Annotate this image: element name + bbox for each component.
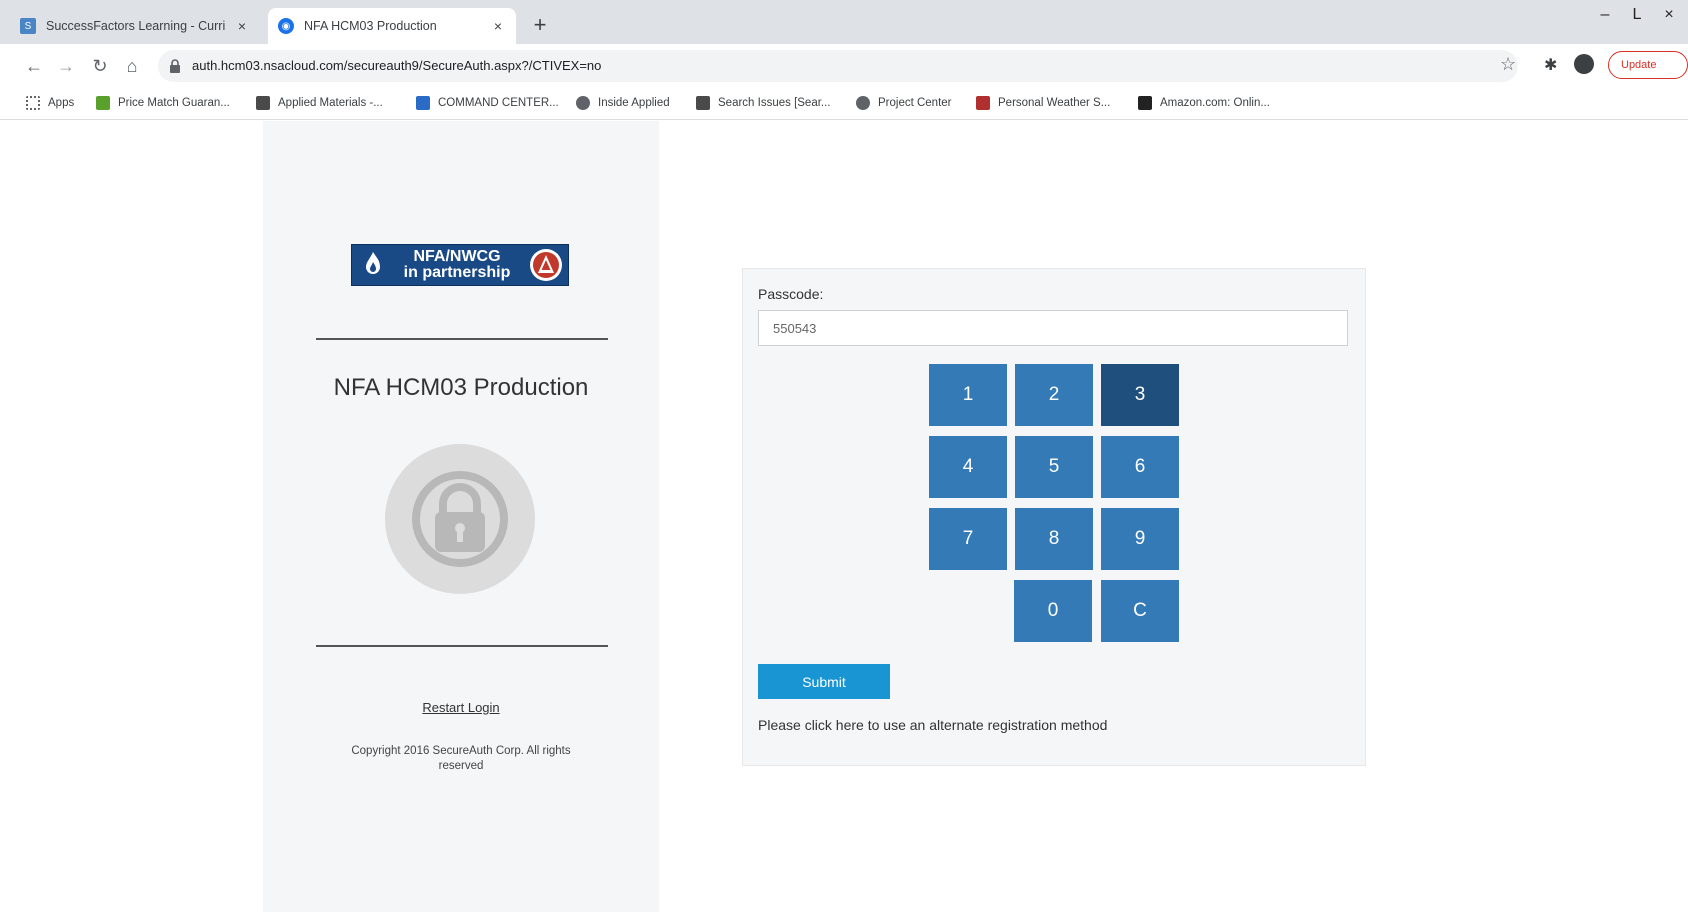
- passcode-input[interactable]: [758, 310, 1348, 346]
- tab-successfactors[interactable]: S SuccessFactors Learning - Curri ×: [10, 8, 260, 44]
- close-tab-icon[interactable]: ×: [490, 18, 506, 34]
- reload-icon[interactable]: ↻: [88, 54, 112, 78]
- tab-title: SuccessFactors Learning - Curri: [46, 19, 226, 33]
- divider-top: [316, 338, 608, 340]
- lock-icon: [170, 59, 180, 73]
- bookmark-project-center[interactable]: Project Center: [856, 96, 952, 110]
- forward-arrow-icon[interactable]: →: [54, 54, 78, 78]
- keypad-key-6[interactable]: 6: [1101, 436, 1179, 498]
- bookmark-green-icon: [96, 96, 110, 110]
- nfa-nwcg-logo: NFA/NWCG in partnership: [351, 244, 569, 286]
- amazon-icon: [1138, 96, 1152, 110]
- globe-icon: [856, 96, 870, 110]
- bookmark-command-center[interactable]: COMMAND CENTER...: [416, 96, 559, 110]
- new-tab-button[interactable]: +: [528, 14, 552, 38]
- bookmark-search-issues[interactable]: Search Issues [Sear...: [696, 96, 831, 110]
- back-arrow-icon[interactable]: ←: [22, 54, 46, 78]
- logo-text: NFA/NWCG in partnership: [386, 249, 528, 281]
- keypad-key-1[interactable]: 1: [929, 364, 1007, 426]
- address-bar-url[interactable]: auth.hcm03.nsacloud.com/secureauth9/Secu…: [192, 58, 601, 73]
- globe-icon: [576, 96, 590, 110]
- bookmark-label: Inside Applied: [598, 97, 670, 109]
- minimize-button[interactable]: –: [1590, 6, 1620, 24]
- profile-avatar-icon[interactable]: [1574, 54, 1594, 74]
- bookmark-apps[interactable]: Apps: [26, 96, 74, 110]
- apps-grid-icon: [26, 96, 40, 110]
- bookmarks-bar: Apps Price Match Guaran... Applied Mater…: [0, 88, 1688, 120]
- bookmark-blue-icon: [416, 96, 430, 110]
- bookmark-weather-icon: [976, 96, 990, 110]
- divider-bottom: [316, 645, 608, 647]
- bookmark-personal-weather[interactable]: Personal Weather S...: [976, 96, 1110, 110]
- secureauth-icon: ◉: [278, 18, 294, 34]
- extensions-puzzle-icon[interactable]: ✱: [1544, 55, 1557, 75]
- close-tab-icon[interactable]: ×: [234, 18, 250, 34]
- passcode-label: Passcode:: [758, 286, 824, 302]
- close-window-button[interactable]: ×: [1654, 6, 1684, 24]
- update-browser-button[interactable]: Update: [1608, 51, 1688, 79]
- bookmark-label: Search Issues [Sear...: [718, 97, 831, 109]
- bookmark-label: Amazon.com: Onlin...: [1160, 97, 1270, 109]
- tab-nfa-hcm03[interactable]: ◉ NFA HCM03 Production ×: [268, 8, 516, 44]
- copyright-text: Copyright 2016 SecureAuth Corp. All righ…: [351, 745, 571, 772]
- flame-emblem-icon: [366, 252, 380, 274]
- tab-title: NFA HCM03 Production: [304, 19, 437, 33]
- bookmark-star-icon[interactable]: ☆: [1500, 54, 1516, 75]
- bookmark-label: COMMAND CENTER...: [438, 97, 559, 109]
- keypad-key-9[interactable]: 9: [1101, 508, 1179, 570]
- restart-login-link[interactable]: Restart Login: [263, 700, 659, 715]
- bookmark-label: Applied Materials -...: [278, 97, 383, 109]
- logo-text-line2: in partnership: [403, 264, 511, 281]
- keypad-key-0[interactable]: 0: [1014, 580, 1092, 642]
- bookmark-amazon[interactable]: Amazon.com: Onlin...: [1138, 96, 1270, 110]
- restore-button[interactable]: L: [1622, 6, 1652, 24]
- submit-button[interactable]: Submit: [758, 664, 890, 699]
- bookmark-inside-applied[interactable]: Inside Applied: [576, 96, 670, 110]
- successfactors-icon: S: [20, 18, 36, 34]
- bookmark-applied-icon: [696, 96, 710, 110]
- nwcg-seal-icon: [530, 249, 562, 281]
- keypad-key-7[interactable]: 7: [929, 508, 1007, 570]
- browser-tab-strip: S SuccessFactors Learning - Curri × ◉ NF…: [0, 0, 1688, 44]
- alternate-registration-link[interactable]: Please click here to use an alternate re…: [758, 717, 1107, 733]
- keypad-key-8[interactable]: 8: [1015, 508, 1093, 570]
- keypad-key-5[interactable]: 5: [1015, 436, 1093, 498]
- keypad-key-3[interactable]: 3: [1101, 364, 1179, 426]
- bookmark-label: Apps: [48, 97, 75, 109]
- keypad-key-2[interactable]: 2: [1015, 364, 1093, 426]
- padlock-avatar-icon: [385, 444, 535, 594]
- page-title: NFA HCM03 Production: [333, 374, 589, 401]
- bookmark-price-match[interactable]: Price Match Guaran...: [96, 96, 230, 110]
- keypad-key-clear[interactable]: C: [1101, 580, 1179, 642]
- home-icon[interactable]: ⌂: [120, 54, 144, 78]
- bookmark-label: Project Center: [878, 97, 952, 109]
- bookmark-label: Price Match Guaran...: [118, 97, 230, 109]
- bookmark-applied-materials[interactable]: Applied Materials -...: [256, 96, 383, 110]
- bookmark-label: Personal Weather S...: [998, 97, 1111, 109]
- keypad-key-4[interactable]: 4: [929, 436, 1007, 498]
- logo-text-line1: NFA/NWCG: [413, 248, 501, 265]
- bookmark-applied-icon: [256, 96, 270, 110]
